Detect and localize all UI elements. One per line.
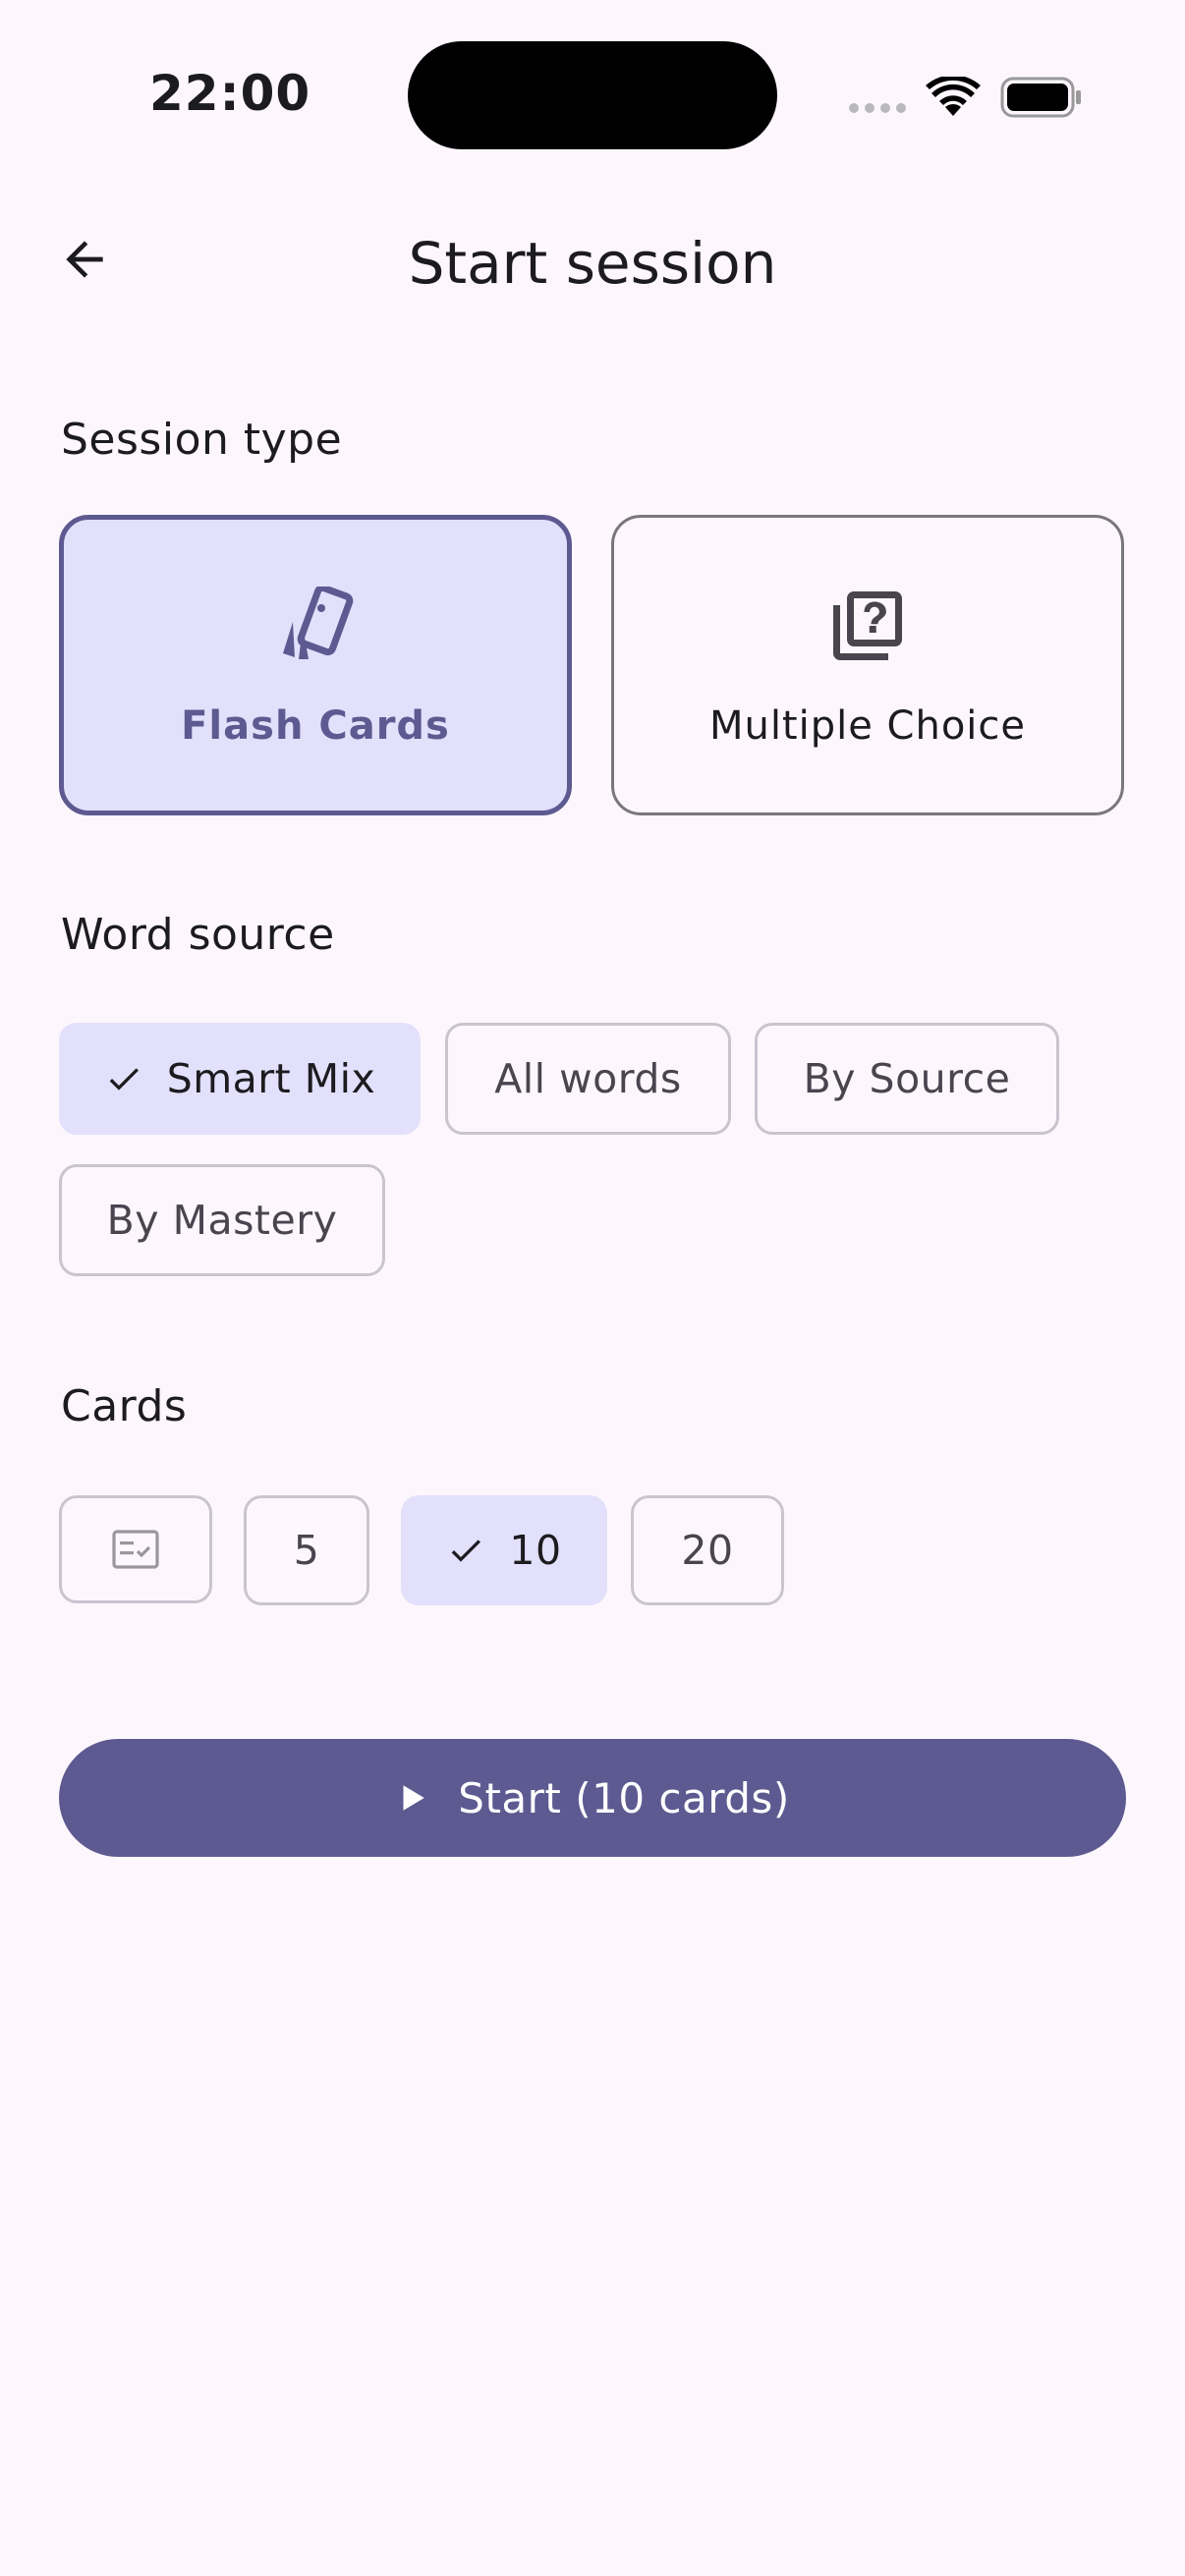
dynamic-island <box>408 41 777 149</box>
check-icon <box>446 1531 485 1570</box>
multiple-choice-option[interactable]: Multiple Choice <box>611 515 1124 815</box>
chip-label: By Mastery <box>106 1197 338 1244</box>
chip-label: 5 <box>293 1527 320 1574</box>
chip-custom-count[interactable] <box>59 1495 212 1603</box>
multiple-choice-label: Multiple Choice <box>708 703 1027 749</box>
chip-label: All words <box>494 1055 682 1102</box>
chip-by-mastery[interactable]: By Mastery <box>59 1164 385 1276</box>
session-type-label: Session type <box>61 415 343 465</box>
cards-label: Cards <box>61 1381 188 1431</box>
flash-cards-icon <box>271 582 360 670</box>
flash-cards-option[interactable]: Flash Cards <box>59 515 572 815</box>
start-session-screen: 22:00 Start session Session type Flash C… <box>0 0 1185 2576</box>
status-time: 22:00 <box>149 65 311 122</box>
wifi-icon <box>926 75 981 122</box>
chip-all-words[interactable]: All words <box>445 1023 731 1135</box>
play-icon <box>395 1781 428 1815</box>
chip-by-source[interactable]: By Source <box>755 1023 1059 1135</box>
start-button-label: Start (10 cards) <box>458 1773 790 1822</box>
chip-count-10[interactable]: 10 <box>401 1495 607 1605</box>
page-title: Start session <box>408 230 777 297</box>
chip-label: 20 <box>681 1527 734 1574</box>
chip-label: Smart Mix <box>166 1055 376 1102</box>
battery-icon <box>1000 77 1083 122</box>
chip-label: 10 <box>509 1527 562 1574</box>
custom-count-icon <box>112 1530 159 1569</box>
start-button[interactable]: Start (10 cards) <box>59 1739 1126 1857</box>
flash-cards-label: Flash Cards <box>181 703 450 749</box>
check-icon <box>104 1059 143 1098</box>
cellular-signal-icon <box>849 103 906 113</box>
chip-count-20[interactable]: 20 <box>631 1495 784 1605</box>
quiz-icon <box>826 582 909 670</box>
chip-smart-mix[interactable]: Smart Mix <box>59 1023 421 1135</box>
word-source-label: Word source <box>61 910 335 960</box>
chip-label: By Source <box>803 1055 1011 1102</box>
chip-count-5[interactable]: 5 <box>244 1495 369 1605</box>
